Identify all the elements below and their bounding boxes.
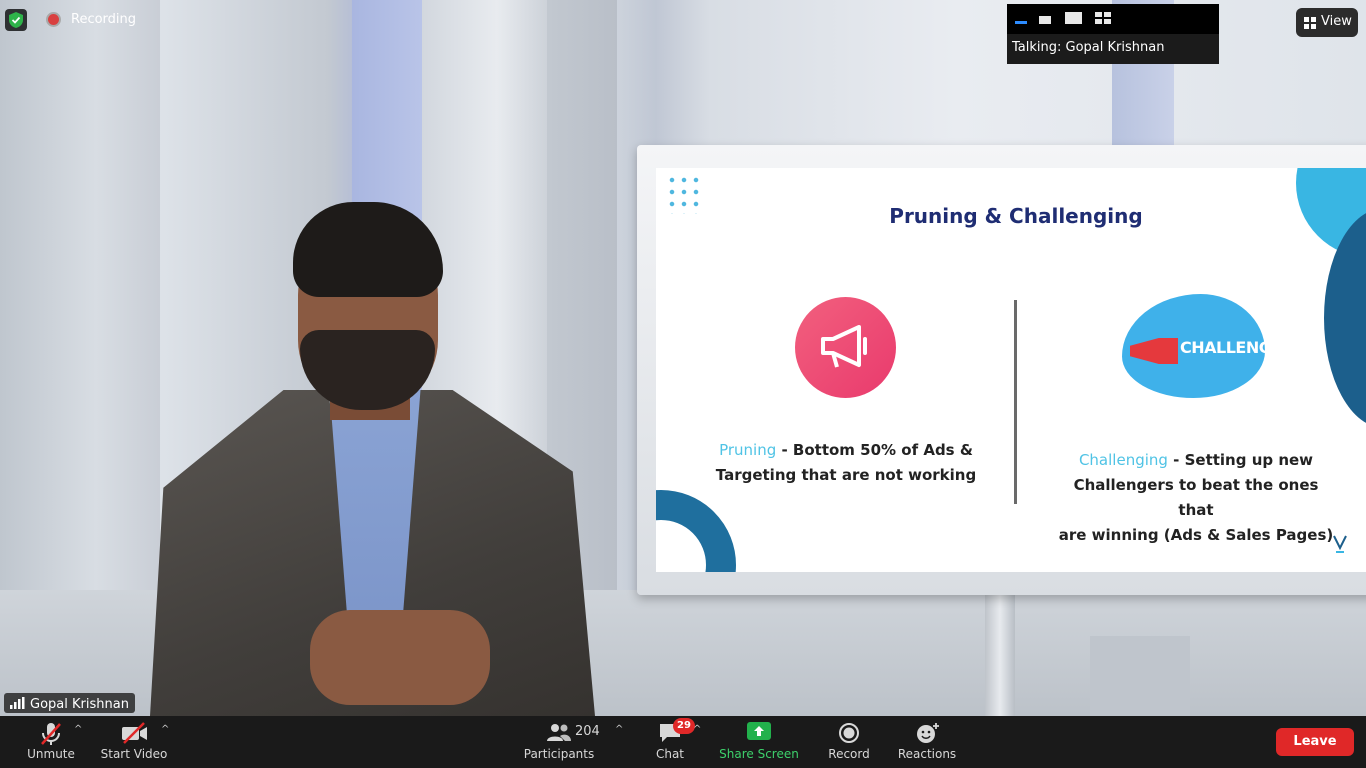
unmute-label: Unmute bbox=[27, 747, 75, 761]
participants-label: Participants bbox=[523, 747, 595, 761]
unmute-button[interactable]: Unmute bbox=[20, 716, 82, 768]
challenging-line-2: Challengers to beat the ones that bbox=[1073, 476, 1319, 519]
presenter-hair bbox=[293, 202, 443, 297]
share-screen-icon bbox=[747, 722, 771, 740]
participants-options-caret-icon[interactable]: ^ bbox=[615, 724, 623, 735]
reactions-button[interactable]: Reactions bbox=[894, 716, 960, 768]
presenter bbox=[150, 190, 600, 716]
view-grid-icon bbox=[1304, 17, 1316, 29]
chat-badge: 29 bbox=[673, 718, 695, 734]
decorative-arc bbox=[656, 490, 736, 572]
share-screen-label: Share Screen bbox=[719, 747, 799, 761]
video-options-caret-icon[interactable]: ^ bbox=[161, 724, 169, 735]
participant-name-tag: Gopal Krishnan bbox=[4, 693, 135, 713]
view-button[interactable]: View bbox=[1296, 8, 1358, 37]
view-label: View bbox=[1321, 14, 1352, 29]
participant-name: Gopal Krishnan bbox=[30, 697, 129, 712]
record-button[interactable]: Record bbox=[822, 716, 876, 768]
chat-options-caret-icon[interactable]: ^ bbox=[693, 724, 701, 735]
pruning-description: Pruning - Bottom 50% of Ads & Targeting … bbox=[696, 438, 996, 488]
start-video-label: Start Video bbox=[100, 747, 168, 761]
chat-label: Chat bbox=[655, 747, 685, 761]
talking-indicator: Talking: Gopal Krishnan bbox=[1012, 40, 1165, 55]
challenging-highlight: Challenging bbox=[1078, 451, 1168, 469]
leave-button[interactable]: Leave bbox=[1276, 728, 1354, 756]
challenge-graphic-text: CHALLENGE bbox=[1180, 338, 1282, 357]
pruning-line-2: Targeting that are not working bbox=[715, 466, 977, 484]
share-screen-button[interactable]: Share Screen bbox=[716, 716, 802, 768]
recording-label: Recording bbox=[71, 12, 137, 27]
video-off-icon bbox=[122, 722, 147, 744]
megaphone-icon bbox=[795, 297, 896, 398]
studio-block bbox=[1090, 636, 1190, 716]
participants-icon bbox=[547, 724, 571, 741]
slide-title: Pruning & Challenging bbox=[889, 204, 1143, 228]
pruning-line-1: - Bottom 50% of Ads & bbox=[776, 441, 973, 459]
active-speaker-panel: Talking: Gopal Krishnan bbox=[1007, 4, 1219, 64]
challenge-graphic: CHALLENGE bbox=[1122, 294, 1282, 398]
layout-icons[interactable] bbox=[1007, 4, 1219, 34]
pruning-highlight: Pruning bbox=[719, 441, 777, 459]
meeting-toolbar: Unmute ^ Start Video ^ 204 Participants … bbox=[0, 716, 1366, 768]
slide-logo-icon bbox=[1333, 535, 1347, 553]
challenging-line-1: - Setting up new bbox=[1167, 451, 1314, 469]
record-label: Record bbox=[828, 747, 870, 761]
record-icon bbox=[839, 723, 859, 743]
recording-dot-icon bbox=[48, 14, 59, 25]
challenging-description: Challenging - Setting up new Challengers… bbox=[1056, 448, 1336, 548]
shield-icon[interactable] bbox=[5, 9, 27, 31]
participants-button[interactable]: 204 Participants bbox=[520, 716, 600, 768]
presenter-hands bbox=[310, 610, 490, 705]
presentation-slide: Pruning & Challenging CHALLENGE Pruning … bbox=[656, 168, 1366, 572]
challenging-line-3: are winning (Ads & Sales Pages) bbox=[1058, 526, 1334, 544]
participants-count: 204 bbox=[575, 724, 600, 739]
video-feed: Pruning & Challenging CHALLENGE Pruning … bbox=[0, 0, 1366, 716]
reactions-icon bbox=[917, 723, 939, 743]
slide-divider bbox=[1014, 300, 1017, 504]
microphone-muted-icon bbox=[41, 723, 61, 745]
reactions-label: Reactions bbox=[897, 747, 957, 761]
signal-bars-icon bbox=[10, 697, 25, 709]
screen-stand bbox=[985, 590, 1015, 716]
audio-options-caret-icon[interactable]: ^ bbox=[74, 724, 82, 735]
